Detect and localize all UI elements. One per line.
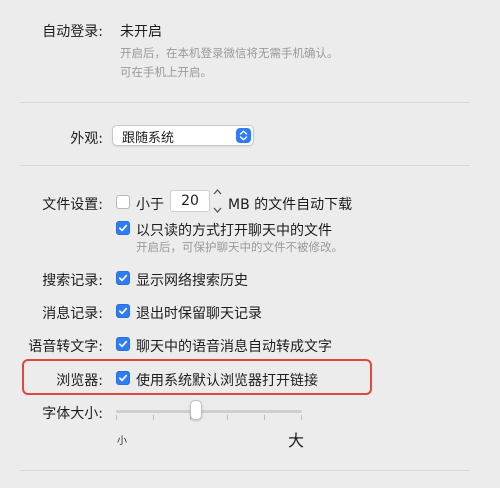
- stepper-up-icon[interactable]: [213, 189, 222, 195]
- appearance-select-value: 跟随系统: [122, 131, 175, 146]
- file-size-stepper[interactable]: [212, 189, 223, 213]
- checkmark-icon: [118, 307, 128, 315]
- checkmark-icon: [118, 374, 128, 382]
- slider-tick: [264, 415, 265, 420]
- appearance-label: 外观:: [70, 131, 103, 147]
- file-size-input[interactable]: 20: [170, 190, 210, 212]
- search-history-checkbox[interactable]: [116, 271, 130, 285]
- voice-to-text-option: 聊天中的语音消息自动转成文字: [136, 339, 332, 355]
- browser-option: 使用系统默认浏览器打开链接: [136, 373, 318, 389]
- message-history-checkbox[interactable]: [116, 304, 130, 318]
- size-suffix-text: MB 的文件自动下载: [228, 197, 353, 213]
- slider-tick: [301, 415, 302, 420]
- message-history-label: 消息记录:: [42, 306, 103, 322]
- font-size-large-label: 大: [288, 431, 305, 450]
- browser-label: 浏览器:: [56, 373, 103, 389]
- font-size-label: 字体大小:: [42, 406, 103, 422]
- readonly-checkbox[interactable]: [116, 221, 130, 235]
- checkmark-icon: [118, 274, 128, 282]
- search-history-option: 显示网络搜索历史: [136, 273, 248, 289]
- divider: [20, 102, 470, 103]
- readonly-hint: 开启后，可保护聊天中的文件不被修改。: [136, 240, 343, 254]
- file-settings-label: 文件设置:: [42, 197, 103, 213]
- message-history-option: 退出时保留聊天记录: [136, 306, 262, 322]
- voice-to-text-checkbox[interactable]: [116, 337, 130, 351]
- checkmark-icon: [118, 224, 128, 232]
- auto-login-hint-1: 开启后，在本机登录微信将无需手机确认。: [120, 46, 339, 60]
- auto-download-checkbox[interactable]: [116, 195, 130, 209]
- auto-login-value: 未开启: [120, 24, 162, 40]
- font-size-slider-track[interactable]: [116, 410, 302, 413]
- slider-tick: [153, 415, 154, 420]
- appearance-select[interactable]: 跟随系统: [112, 125, 254, 146]
- slider-tick: [227, 415, 228, 420]
- divider: [20, 165, 470, 166]
- size-prefix-text: 小于: [136, 197, 164, 213]
- font-size-small-label: 小: [117, 436, 127, 447]
- chevron-updown-icon: [236, 128, 251, 143]
- auto-login-hint-2: 可在手机上开启。: [120, 65, 212, 79]
- slider-tick: [116, 415, 117, 420]
- divider: [20, 470, 470, 471]
- checkmark-icon: [118, 340, 128, 348]
- auto-login-label: 自动登录:: [42, 24, 103, 40]
- voice-to-text-label: 语音转文字:: [28, 339, 103, 355]
- font-size-slider-thumb[interactable]: [190, 400, 203, 420]
- readonly-label: 以只读的方式打开聊天中的文件: [136, 223, 332, 239]
- search-history-label: 搜索记录:: [42, 273, 103, 289]
- browser-checkbox[interactable]: [116, 371, 130, 385]
- stepper-down-icon[interactable]: [213, 207, 222, 213]
